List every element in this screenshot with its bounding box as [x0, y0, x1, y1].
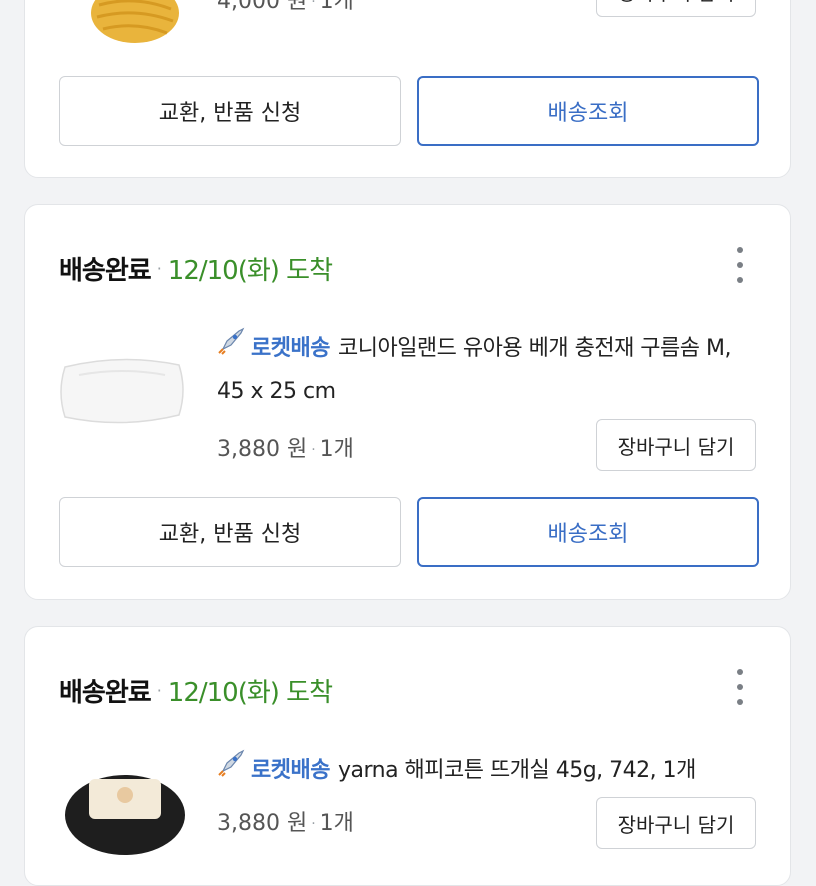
price: 4,000 원: [217, 0, 308, 14]
quantity: 1개: [319, 0, 354, 14]
separator-dot: ·: [156, 680, 162, 700]
rocket-delivery-label: 로켓배송: [251, 758, 330, 783]
arrival-date: 12/10(화) 도착: [167, 677, 333, 708]
rocket-delivery-label: 로켓배송: [251, 336, 330, 361]
price-line: 3,880 원 · 1개: [217, 805, 354, 837]
order-card: 배송완료 · 12/10(화) 도착 로켓배송 코니아일랜드 유아용 베개 충전재…: [24, 204, 791, 600]
quantity: 1개: [319, 811, 354, 836]
price-line: 4,000 원 · 1개: [217, 0, 354, 15]
product-thumbnail[interactable]: [59, 345, 185, 435]
more-vertical-icon[interactable]: [734, 247, 746, 283]
product-thumbnail[interactable]: [59, 0, 185, 65]
track-delivery-button[interactable]: 배송조회: [417, 76, 759, 146]
product-thumbnail[interactable]: [59, 765, 185, 855]
more-vertical-icon[interactable]: [734, 669, 746, 705]
separator-dot: ·: [156, 258, 162, 278]
order-card: 4,000 원·1개 장바구니 담기 교환, 반품 신청 배송조회: [24, 0, 791, 178]
delivery-status: 배송완료: [59, 677, 152, 708]
separator-dot: ·: [311, 816, 316, 832]
add-to-cart-button[interactable]: 장바구니 담기: [596, 0, 756, 17]
arrival-date: 12/10(화) 도착: [167, 255, 333, 286]
track-delivery-button[interactable]: 배송조회: [417, 497, 759, 567]
order-card: 배송완료 · 12/10(화) 도착 로켓배송 yarna 해피코튼 뜨개실 45…: [24, 626, 791, 886]
price-line: 3,880 원 · 1개: [217, 431, 354, 463]
product-name: yarna 해피코튼 뜨개실 45g, 742, 1개: [337, 758, 696, 783]
order-status-header: 배송완료 · 12/10(화) 도착: [59, 251, 333, 286]
order-status-header: 배송완료 · 12/10(화) 도착: [59, 673, 333, 708]
add-to-cart-button[interactable]: 장바구니 담기: [596, 419, 756, 471]
price: 3,880 원: [217, 811, 308, 836]
separator-dot: ·: [311, 0, 316, 10]
rocket-icon: [217, 327, 247, 370]
return-request-button[interactable]: 교환, 반품 신청: [59, 76, 401, 146]
product-name-block[interactable]: 로켓배송 코니아일랜드 유아용 베개 충전재 구름솜 M, 45 x 25 cm: [217, 327, 757, 413]
price: 3,880 원: [217, 437, 308, 462]
delivery-status: 배송완료: [59, 255, 152, 286]
rocket-icon: [217, 749, 247, 792]
separator-dot: ·: [311, 442, 316, 458]
quantity: 1개: [319, 437, 354, 462]
add-to-cart-button[interactable]: 장바구니 담기: [596, 797, 756, 849]
product-name-block[interactable]: 로켓배송 yarna 해피코튼 뜨개실 45g, 742, 1개: [217, 749, 757, 792]
return-request-button[interactable]: 교환, 반품 신청: [59, 497, 401, 567]
